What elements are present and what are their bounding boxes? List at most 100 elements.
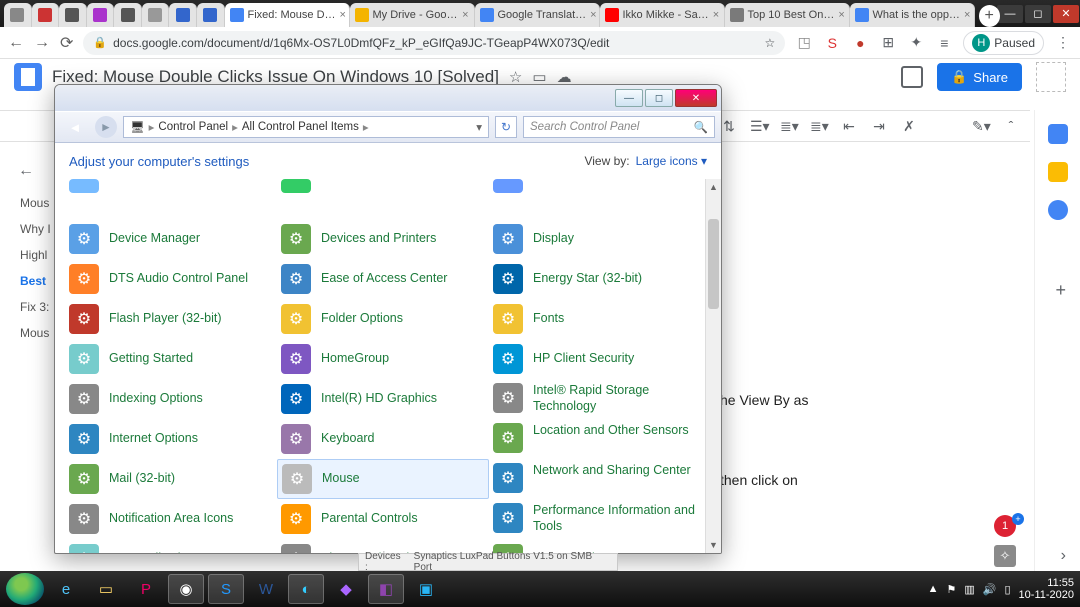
addons-plus-icon[interactable]: + [1055,280,1066,301]
os-minimize-button[interactable]: — [997,5,1023,23]
browser-tab[interactable]: My Drive - Goo…× [350,3,475,27]
forward-button[interactable]: → [34,34,50,52]
cp-scrollbar[interactable]: ▲ ▼ [705,179,721,553]
tray-volume-icon[interactable]: 🔊 [983,583,997,596]
cp-item[interactable]: ⚙Flash Player (32-bit) [65,299,277,339]
reload-button[interactable]: ⟳ [60,33,73,53]
cp-item[interactable]: ⚙Getting Started [65,339,277,379]
back-button[interactable]: ← [8,34,24,52]
tray-battery-icon[interactable]: ▯ [1004,583,1010,596]
browser-tab[interactable]: Ikko Mikke - Sa…× [600,3,725,27]
cp-item-clipped[interactable] [489,179,701,193]
ext-icon[interactable]: ≡ [935,34,953,52]
scroll-up-icon[interactable]: ▲ [706,179,721,195]
cp-item[interactable]: ⚙Performance Information and Tools [489,499,701,539]
numbered-list-icon[interactable]: ≣▾ [810,118,828,135]
indent-increase-icon[interactable]: ⇥ [870,118,888,135]
line-spacing-icon[interactable]: ⇅ [720,118,738,135]
cp-refresh-button[interactable]: ↻ [495,116,517,138]
pinned-tab[interactable] [142,3,170,27]
viewby-value[interactable]: Large icons ▾ [636,154,707,168]
cp-forward-button[interactable]: ► [95,116,117,138]
collapse-icon[interactable]: ˆ [1002,118,1020,134]
taskbar-edge-icon[interactable]: ◐ [288,574,324,604]
cp-item[interactable]: ⚙DTS Audio Control Panel [65,259,277,299]
ext-icon[interactable]: ◳ [795,34,813,52]
editing-mode-icon[interactable]: ✎▾ [972,118,990,135]
pinned-tab[interactable] [87,3,115,27]
cp-item[interactable]: ⚙HP Client Security [489,339,701,379]
cp-item[interactable]: ⚙Indexing Options [65,379,277,419]
close-tab-icon[interactable]: × [964,9,970,21]
cp-item[interactable]: ⚙Ease of Access Center [277,259,489,299]
cp-item[interactable]: ⚙Internet Options [65,419,277,459]
close-tab-icon[interactable]: × [590,9,596,21]
cp-path-part[interactable]: All Control Panel Items [242,121,359,133]
taskbar-skype-icon[interactable]: S [208,574,244,604]
pinned-tab[interactable] [32,3,60,27]
pinned-tab[interactable] [169,3,197,27]
share-button[interactable]: 🔒 Share [937,63,1022,91]
close-tab-icon[interactable]: × [838,9,844,21]
os-close-button[interactable]: ✕ [1053,5,1079,23]
cp-titlebar[interactable]: — ◻ ✕ [55,85,721,111]
ext-icon[interactable]: ● [851,34,869,52]
docs-logo-icon[interactable] [14,63,42,91]
cp-item[interactable]: ⚙Keyboard [277,419,489,459]
chrome-menu-icon[interactable]: ⋮ [1054,34,1072,52]
tray-flag-icon[interactable]: ⚑ [947,583,957,596]
taskbar-powerpoint-icon[interactable]: P [128,574,164,604]
tray-clock[interactable]: 11:55 10-11-2020 [1019,577,1074,601]
start-button[interactable] [6,573,44,605]
cp-close-button[interactable]: ✕ [675,89,717,107]
side-collapse-icon[interactable]: › [1061,547,1066,565]
bullet-list-icon[interactable]: ≣▾ [780,118,798,135]
cp-item[interactable]: ⚙Mouse [277,459,489,499]
taskbar-word-icon[interactable]: W [248,574,284,604]
browser-tab[interactable]: Fixed: Mouse D…× [225,3,350,27]
cp-item[interactable]: ⚙Network and Sharing Center [489,459,701,499]
ext-icon[interactable]: ⊞ [879,34,897,52]
pinned-tab[interactable] [59,3,87,27]
keep-icon[interactable] [1048,162,1068,182]
taskbar-chrome-icon[interactable]: ◉ [168,574,204,604]
cp-item[interactable]: ⚙Device Manager [65,219,277,259]
explore-button[interactable]: ✧ [994,545,1016,567]
cp-item[interactable]: ⚙Intel(R) HD Graphics [277,379,489,419]
pinned-tab[interactable] [114,3,142,27]
cp-viewby[interactable]: View by: Large icons ▾ [584,154,707,168]
taskbar-app-icon[interactable]: ▣ [408,574,444,604]
comments-icon[interactable] [901,66,923,88]
star-icon[interactable]: ☆ [765,36,776,50]
cp-item[interactable]: ⚙Mail (32-bit) [65,459,277,499]
cp-search-input[interactable]: Search Control Panel 🔍 [523,116,715,138]
close-tab-icon[interactable]: × [713,9,719,21]
pinned-tab[interactable] [197,3,225,27]
close-tab-icon[interactable]: × [340,9,346,21]
account-avatar[interactable] [1036,62,1066,92]
os-maximize-button[interactable]: ◻ [1025,5,1051,23]
tasks-icon[interactable] [1048,200,1068,220]
indent-decrease-icon[interactable]: ⇤ [840,118,858,135]
tray-network-icon[interactable]: ▥ [964,583,974,596]
cp-item[interactable]: ⚙HomeGroup [277,339,489,379]
ext-icon[interactable]: S [823,34,841,52]
outline-back-icon[interactable]: ← [18,162,34,180]
cp-item[interactable]: ⚙Location and Other Sensors [489,419,701,459]
taskbar-ie-icon[interactable]: e [48,574,84,604]
close-tab-icon[interactable]: × [462,9,468,21]
cp-item[interactable]: ⚙Devices and Printers [277,219,489,259]
cp-breadcrumb[interactable]: 🖥 ▸ Control Panel ▸ All Control Panel It… [123,116,489,138]
scroll-thumb[interactable] [708,219,719,309]
calendar-icon[interactable] [1048,124,1068,144]
cp-item[interactable]: ⚙Energy Star (32-bit) [489,259,701,299]
chevron-down-icon[interactable]: ▾ [476,120,482,134]
cp-maximize-button[interactable]: ◻ [645,89,673,107]
browser-tab[interactable]: What is the opp…× [850,3,975,27]
tray-chevron-icon[interactable]: ▲ [928,583,939,595]
cp-item[interactable]: ⚙Display [489,219,701,259]
taskbar-app-icon[interactable]: ◧ [368,574,404,604]
taskbar-app-icon[interactable]: ◆ [328,574,364,604]
cp-item[interactable]: ⚙Notification Area Icons [65,499,277,539]
cp-item-clipped[interactable] [277,179,489,193]
